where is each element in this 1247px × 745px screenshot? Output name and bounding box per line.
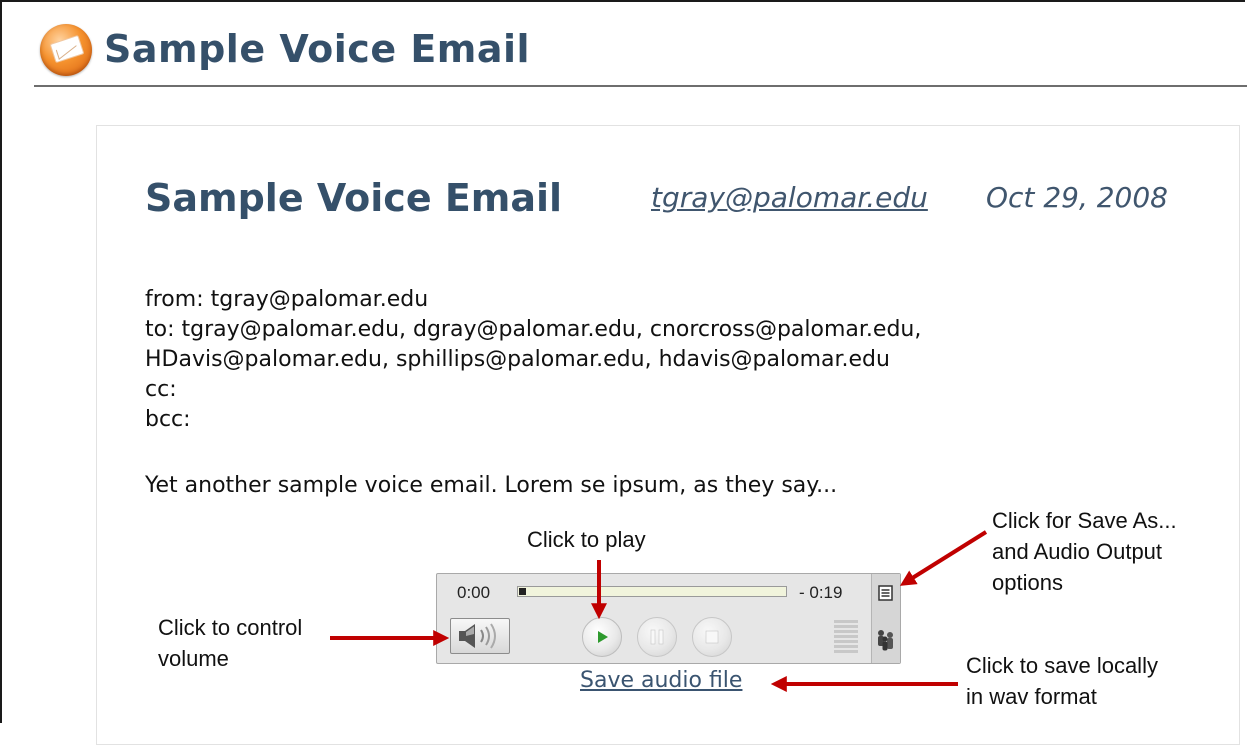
annotation-arrows: [330, 530, 988, 692]
arrow-to-menu: [899, 530, 988, 586]
